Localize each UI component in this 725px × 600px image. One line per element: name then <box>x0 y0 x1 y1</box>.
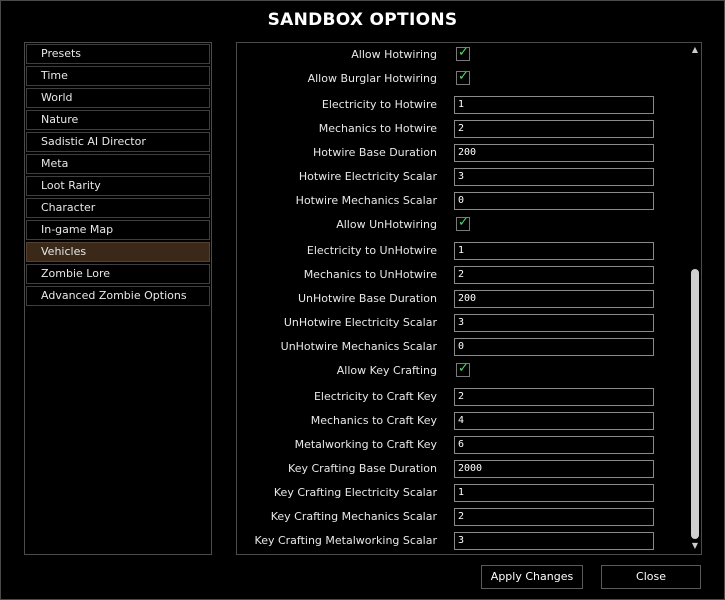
setting-label: Mechanics to Craft Key <box>310 414 437 427</box>
setting-value-field[interactable]: 2 <box>454 388 654 406</box>
scroll-thumb[interactable] <box>691 269 699 539</box>
setting-row: Hotwire Electricity Scalar 3 <box>237 166 687 188</box>
setting-label: Key Crafting Metalworking Scalar <box>254 534 437 547</box>
setting-row: Key Crafting Metalworking Scalar 3 <box>237 530 687 552</box>
setting-value-field[interactable]: 2000 <box>454 460 654 478</box>
setting-value-field[interactable]: 0 <box>454 192 654 210</box>
setting-label: Mechanics to UnHotwire <box>303 268 437 281</box>
setting-row: Electricity to Hotwire 1 <box>237 94 687 116</box>
setting-row: Key Crafting Electricity Scalar 1 <box>237 482 687 504</box>
setting-value-field[interactable]: 2 <box>454 266 654 284</box>
checkmark-icon: ✓ <box>458 215 469 230</box>
category-item-sadistic-ai-director[interactable]: Sadistic AI Director <box>26 132 210 152</box>
setting-value-field[interactable]: 200 <box>454 144 654 162</box>
setting-row: Allow Key Crafting ✓ <box>237 360 687 382</box>
checkmark-icon: ✓ <box>458 45 469 60</box>
setting-value-field[interactable]: 0 <box>454 338 654 356</box>
setting-label: Electricity to Craft Key <box>313 390 437 403</box>
setting-label: Key Crafting Electricity Scalar <box>273 486 437 499</box>
setting-row: UnHotwire Mechanics Scalar 0 <box>237 336 687 358</box>
setting-checkbox[interactable]: ✓ <box>456 69 470 85</box>
setting-value-field[interactable]: 3 <box>454 314 654 332</box>
setting-checkbox[interactable]: ✓ <box>456 361 470 377</box>
setting-row: UnHotwire Electricity Scalar 3 <box>237 312 687 334</box>
setting-label: Allow Hotwiring <box>351 48 437 61</box>
setting-value-field[interactable]: 6 <box>454 436 654 454</box>
category-item-loot-rarity[interactable]: Loot Rarity <box>26 176 210 196</box>
setting-row: Allow Burglar Hotwiring ✓ <box>237 68 687 90</box>
scroll-track[interactable] <box>691 57 699 539</box>
category-item-vehicles[interactable]: Vehicles <box>26 242 210 262</box>
settings-scrollbar[interactable]: ▲ ▼ <box>690 45 700 551</box>
setting-value-field[interactable]: 200 <box>454 290 654 308</box>
setting-label: Electricity to Hotwire <box>321 98 437 111</box>
setting-value-field[interactable]: 3 <box>454 168 654 186</box>
setting-value-field[interactable]: 2 <box>454 120 654 138</box>
setting-value-field[interactable]: 1 <box>454 242 654 260</box>
setting-label: Allow Burglar Hotwiring <box>307 72 437 85</box>
setting-label: Key Crafting Mechanics Scalar <box>270 510 437 523</box>
setting-row: Allow Hotwiring ✓ <box>237 44 687 66</box>
setting-row: Mechanics to Hotwire 2 <box>237 118 687 140</box>
setting-label: Metalworking to Craft Key <box>294 438 437 451</box>
setting-label: Mechanics to Hotwire <box>318 122 437 135</box>
setting-row: Metalworking to Craft Key 6 <box>237 434 687 456</box>
close-button[interactable]: Close <box>601 565 701 589</box>
setting-value-field[interactable]: 1 <box>454 96 654 114</box>
setting-checkbox[interactable]: ✓ <box>456 45 470 61</box>
settings-panel: ▲ ▼ Allow Hotwiring ✓ Allow Burglar Hotwir… <box>236 42 702 555</box>
setting-row: Allow UnHotwiring ✓ <box>237 214 687 236</box>
setting-value-field[interactable]: 3 <box>454 532 654 550</box>
category-item-zombie-lore[interactable]: Zombie Lore <box>26 264 210 284</box>
setting-row: Electricity to UnHotwire 1 <box>237 240 687 262</box>
setting-value-field[interactable]: 1 <box>454 484 654 502</box>
category-list: Presets Time World Nature Sadistic AI Direct… <box>24 42 212 555</box>
category-item-advanced-zombie-options[interactable]: Advanced Zombie Options <box>26 286 210 306</box>
checkmark-icon: ✓ <box>458 361 469 376</box>
setting-label: Allow Key Crafting <box>336 364 437 377</box>
setting-label: Allow UnHotwiring <box>336 218 437 231</box>
setting-label: Hotwire Base Duration <box>313 146 437 159</box>
setting-row: Hotwire Base Duration 200 <box>237 142 687 164</box>
category-item-presets[interactable]: Presets <box>26 44 210 64</box>
category-item-time[interactable]: Time <box>26 66 210 86</box>
checkmark-icon: ✓ <box>458 69 469 84</box>
category-item-meta[interactable]: Meta <box>26 154 210 174</box>
setting-label: Hotwire Electricity Scalar <box>298 170 437 183</box>
setting-row: Key Crafting Mechanics Scalar 2 <box>237 506 687 528</box>
setting-row: Electricity to Craft Key 2 <box>237 386 687 408</box>
window-title: SANDBOX OPTIONS <box>267 10 458 30</box>
category-item-world[interactable]: World <box>26 88 210 108</box>
setting-label: Hotwire Mechanics Scalar <box>295 194 437 207</box>
setting-row: Hotwire Mechanics Scalar 0 <box>237 190 687 212</box>
apply-changes-button[interactable]: Apply Changes <box>481 565 583 589</box>
setting-value-field[interactable]: 4 <box>454 412 654 430</box>
setting-label: Electricity to UnHotwire <box>306 244 437 257</box>
setting-row: Key Crafting Base Duration 2000 <box>237 458 687 480</box>
setting-label: UnHotwire Base Duration <box>298 292 437 305</box>
setting-row: Mechanics to UnHotwire 2 <box>237 264 687 286</box>
setting-label: Key Crafting Base Duration <box>288 462 437 475</box>
setting-value-field[interactable]: 2 <box>454 508 654 526</box>
category-item-character[interactable]: Character <box>26 198 210 218</box>
category-item-in-game-map[interactable]: In-game Map <box>26 220 210 240</box>
setting-label: UnHotwire Electricity Scalar <box>283 316 437 329</box>
setting-row: Mechanics to Craft Key 4 <box>237 410 687 432</box>
scroll-down-icon[interactable]: ▼ <box>690 541 700 551</box>
setting-row: UnHotwire Base Duration 200 <box>237 288 687 310</box>
scroll-up-icon[interactable]: ▲ <box>690 45 700 55</box>
setting-label: UnHotwire Mechanics Scalar <box>280 340 437 353</box>
category-item-nature[interactable]: Nature <box>26 110 210 130</box>
setting-checkbox[interactable]: ✓ <box>456 215 470 231</box>
